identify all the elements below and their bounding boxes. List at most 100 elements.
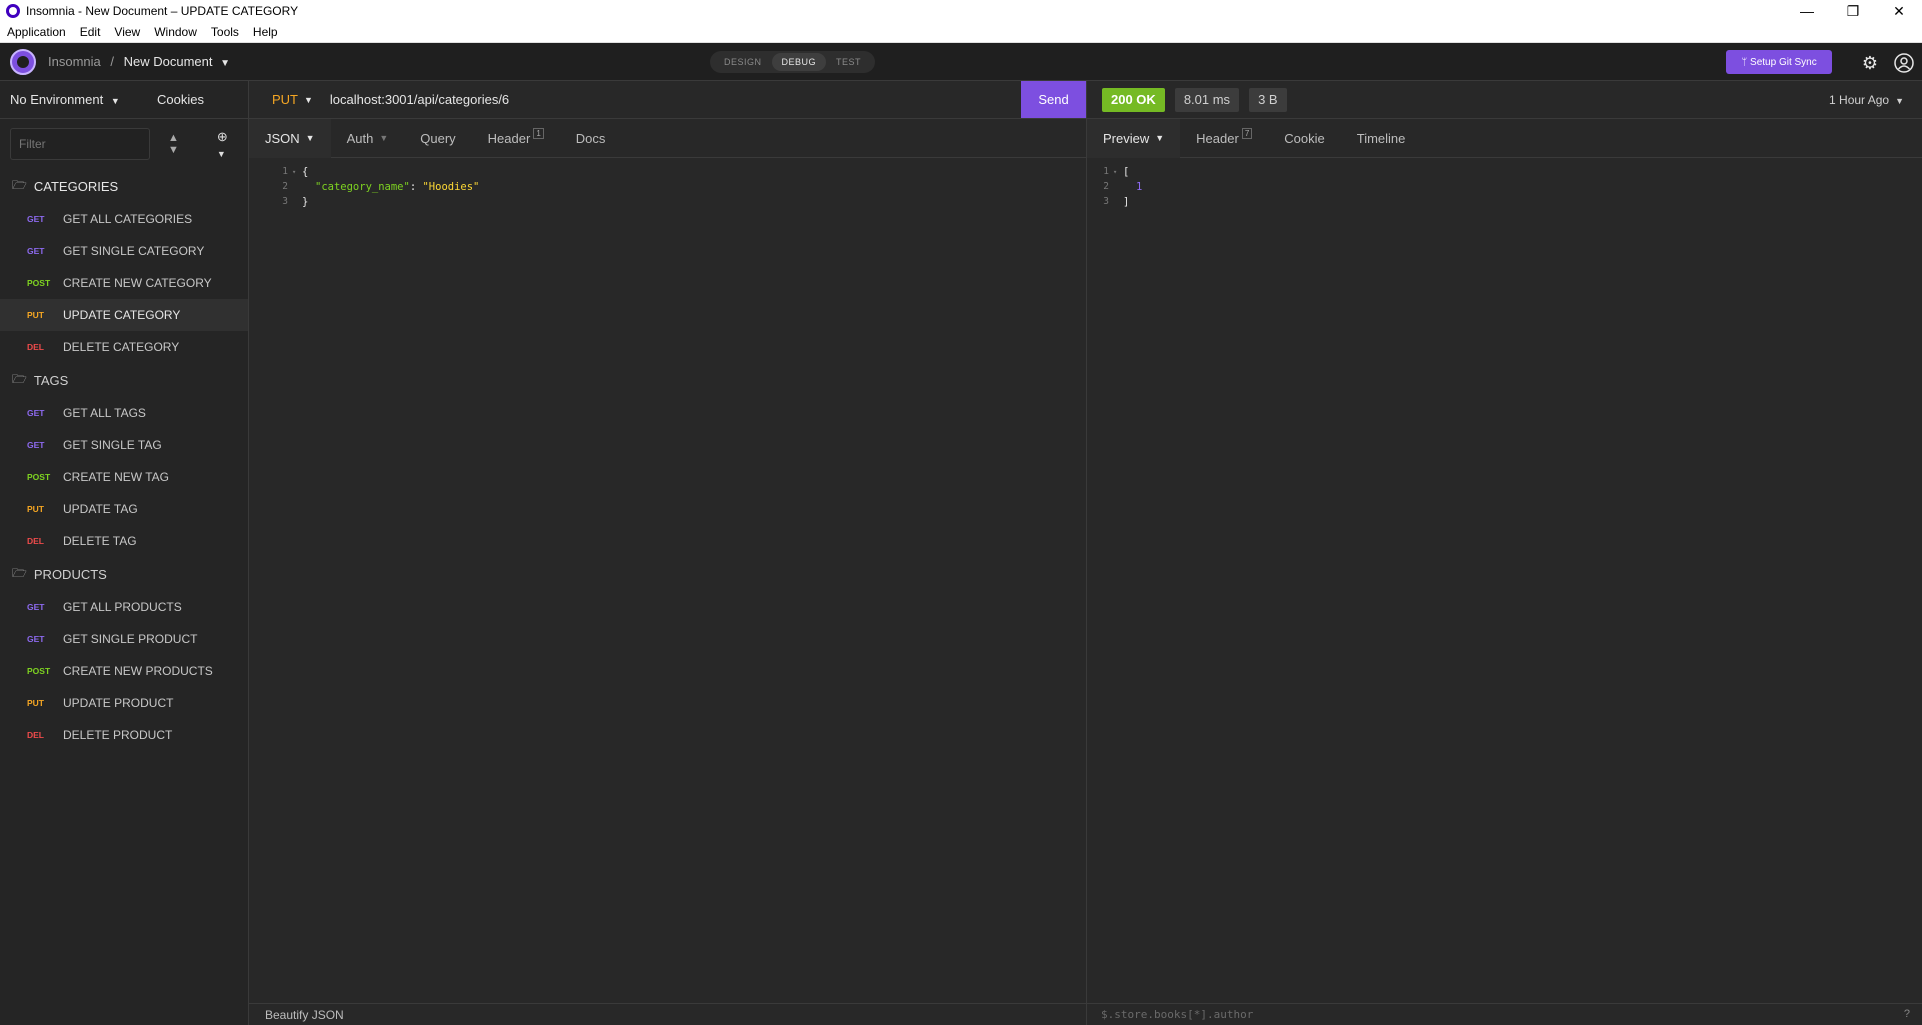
tab-response-header[interactable]: Header 7 (1180, 119, 1268, 158)
request-item-get-single-category[interactable]: GET GET SINGLE CATEGORY (0, 235, 248, 267)
window-titlebar: Insomnia - New Document – UPDATE CATEGOR… (0, 0, 1922, 22)
help-icon[interactable]: ? (1904, 1008, 1910, 1020)
request-item-get-all-categories[interactable]: GET GET ALL CATEGORIES (0, 203, 248, 235)
breadcrumb-document[interactable]: New Document (124, 54, 213, 69)
filter-input[interactable] (10, 128, 150, 160)
method-badge: GET (27, 440, 45, 450)
request-item-create-new-category[interactable]: POST CREATE NEW CATEGORY (0, 267, 248, 299)
method-badge: POST (27, 666, 51, 676)
tab-preview[interactable]: Preview ▼ (1087, 118, 1181, 158)
response-filter-input[interactable]: $.store.books[*].author (1101, 1008, 1253, 1021)
menu-help[interactable]: Help (246, 25, 285, 39)
response-tabs: Preview ▼ Header 7 Cookie Timeline (1087, 118, 1922, 158)
chevron-down-icon[interactable]: ▼ (220, 58, 230, 69)
app-header: Insomnia / New Document ▼ DESIGN DEBUG T… (0, 43, 1922, 81)
request-tabs: JSON ▼ Auth ▼ Query Header 1 Docs (249, 118, 1086, 158)
method-badge: PUT (27, 310, 44, 320)
beautify-json-button[interactable]: Beautify JSON (265, 1008, 344, 1022)
request-item-update-product[interactable]: PUT UPDATE PRODUCT (0, 687, 248, 719)
menu-bar: Application Edit View Window Tools Help (0, 22, 1922, 43)
request-item-create-new-tag[interactable]: POST CREATE NEW TAG (0, 461, 248, 493)
line-number: 1 (1103, 166, 1109, 177)
mode-debug[interactable]: DEBUG (771, 53, 827, 71)
menu-window[interactable]: Window (147, 25, 204, 39)
tab-auth[interactable]: Auth ▼ (331, 119, 405, 158)
line-number: 2 (1103, 181, 1109, 192)
request-item-get-single-product[interactable]: GET GET SINGLE PRODUCT (0, 623, 248, 655)
minimize-icon[interactable]: — (1784, 0, 1830, 22)
tab-timeline[interactable]: Timeline (1341, 119, 1422, 158)
setup-git-sync-button[interactable]: ᛘ Setup Git Sync (1726, 50, 1832, 74)
environment-selector[interactable]: No Environment ▼ (10, 92, 120, 107)
request-label: GET SINGLE CATEGORY (63, 244, 205, 258)
url-bar: PUT ▼ localhost:3001/api/categories/6 Se… (249, 81, 1086, 119)
folder-tags[interactable]: 🗁 TAGS (0, 363, 248, 397)
request-item-update-category[interactable]: PUT UPDATE CATEGORY (0, 299, 248, 331)
method-badge: GET (27, 634, 45, 644)
account-icon[interactable] (1892, 51, 1916, 75)
menu-tools[interactable]: Tools (204, 25, 246, 39)
line-number: 3 (1103, 196, 1109, 207)
request-item-delete-tag[interactable]: DEL DELETE TAG (0, 525, 248, 557)
response-time-badge: 8.01 ms (1174, 87, 1240, 112)
tab-query[interactable]: Query (404, 119, 471, 158)
request-body-editor[interactable]: 1 ▾ { 2 "category_name": "Hoodies" 3 } (249, 158, 1086, 209)
mode-test[interactable]: TEST (826, 53, 871, 71)
tab-label: Preview (1103, 130, 1150, 146)
cookies-button[interactable]: Cookies (157, 92, 204, 107)
gear-icon[interactable]: ⚙ (1858, 51, 1882, 75)
code-line: 2 1 (1087, 179, 1922, 194)
insomnia-logo-icon[interactable] (10, 48, 36, 75)
json-colon: : (409, 180, 423, 193)
request-label: GET SINGLE TAG (63, 438, 162, 452)
mode-design[interactable]: DESIGN (714, 53, 772, 71)
tab-docs[interactable]: Docs (560, 119, 622, 158)
folder-label: TAGS (33, 372, 69, 388)
response-status-bar: 200 OK 8.01 ms 3 B 1 Hour Ago ▼ (1087, 81, 1922, 119)
response-pane: 200 OK 8.01 ms 3 B 1 Hour Ago ▼ Preview ▼ … (1087, 81, 1922, 1025)
method-badge: GET (27, 408, 45, 418)
code-line: 3 ] (1087, 194, 1922, 209)
request-item-delete-category[interactable]: DEL DELETE CATEGORY (0, 331, 248, 363)
tab-header[interactable]: Header 1 (472, 119, 560, 158)
json-key: "category_name" (315, 180, 410, 193)
tab-cookie[interactable]: Cookie (1268, 119, 1340, 158)
folder-categories[interactable]: 🗁 CATEGORIES (0, 169, 248, 203)
code-line: 1 ▾ [ (1087, 164, 1922, 179)
code-line: 3 } (249, 194, 1086, 209)
close-icon[interactable]: ✕ (1876, 0, 1922, 22)
code-text: ] (1123, 195, 1130, 208)
add-menu-icon[interactable]: ⊕ ▼ (217, 129, 238, 160)
folder-products[interactable]: 🗁 PRODUCTS (0, 557, 248, 591)
request-item-get-all-products[interactable]: GET GET ALL PRODUCTS (0, 591, 248, 623)
time-ago-label: 1 Hour Ago (1829, 93, 1890, 107)
chevron-down-icon[interactable]: ▼ (304, 95, 313, 105)
tab-body-json[interactable]: JSON ▼ (249, 118, 331, 158)
menu-application[interactable]: Application (0, 25, 73, 39)
method-badge: PUT (27, 698, 44, 708)
response-history-dropdown[interactable]: 1 Hour Ago ▼ (1829, 93, 1904, 107)
window-controls: — ❐ ✕ (1784, 0, 1922, 22)
menu-edit[interactable]: Edit (73, 25, 108, 39)
request-item-get-all-tags[interactable]: GET GET ALL TAGS (0, 397, 248, 429)
request-label: GET ALL PRODUCTS (63, 600, 182, 614)
request-item-update-tag[interactable]: PUT UPDATE TAG (0, 493, 248, 525)
request-label: GET ALL CATEGORIES (63, 212, 193, 226)
breadcrumb-app[interactable]: Insomnia (48, 54, 101, 69)
request-item-create-new-products[interactable]: POST CREATE NEW PRODUCTS (0, 655, 248, 687)
menu-view[interactable]: View (107, 25, 147, 39)
response-filter-bar: $.store.books[*].author ? (1087, 1003, 1922, 1025)
request-footer: Beautify JSON (249, 1003, 1086, 1025)
fold-icon[interactable]: ▾ (292, 168, 302, 176)
folder-label: PRODUCTS (33, 566, 107, 582)
restore-icon[interactable]: ❐ (1830, 0, 1876, 22)
sort-icon[interactable]: ▲ ▼ (168, 132, 179, 156)
request-item-get-single-tag[interactable]: GET GET SINGLE TAG (0, 429, 248, 461)
url-input[interactable]: localhost:3001/api/categories/6 (330, 92, 509, 107)
response-body-viewer[interactable]: 1 ▾ [ 2 1 3 ] (1087, 158, 1922, 209)
method-selector[interactable]: PUT (272, 92, 298, 107)
request-item-delete-product[interactable]: DEL DELETE PRODUCT (0, 719, 248, 751)
request-label: GET ALL TAGS (63, 406, 146, 420)
send-button[interactable]: Send (1021, 81, 1086, 118)
fold-icon[interactable]: ▾ (1113, 168, 1123, 176)
